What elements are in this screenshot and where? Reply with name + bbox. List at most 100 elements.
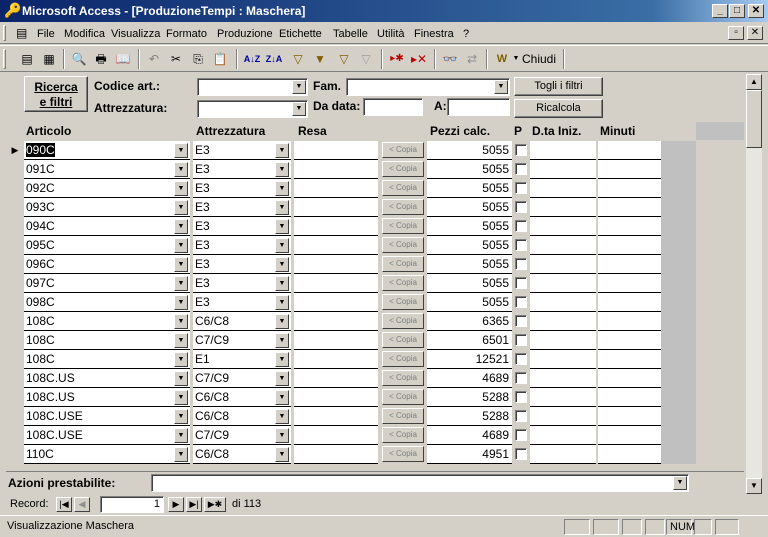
dta-cell[interactable]	[530, 179, 596, 198]
minuti-cell[interactable]	[598, 236, 661, 255]
minuti-cell[interactable]	[598, 312, 661, 331]
minimize-button[interactable]: _	[712, 4, 728, 18]
delete-record-icon[interactable]: ▸✕	[408, 49, 430, 69]
search-filters-button[interactable]: Ricerca e filtri	[24, 76, 88, 112]
table-row[interactable]: 097C ▼ E3 ▼ < Copia 5055	[6, 274, 744, 293]
table-row[interactable]: 108C.US ▼ C7/C9 ▼ < Copia 4689	[6, 369, 744, 388]
resa-cell[interactable]	[294, 407, 378, 426]
chevron-down-icon[interactable]: ▼	[292, 102, 306, 116]
chevron-down-icon[interactable]: ▼	[174, 295, 188, 310]
articolo-cell[interactable]: 108C	[24, 350, 190, 369]
copy-icon[interactable]: ⎘	[187, 49, 209, 69]
copy-button[interactable]: < Copia	[382, 332, 424, 348]
chevron-down-icon[interactable]: ▼	[174, 257, 188, 272]
scroll-down-icon[interactable]: ▼	[746, 478, 762, 494]
copy-button[interactable]: < Copia	[382, 275, 424, 291]
copy-button[interactable]: < Copia	[382, 180, 424, 196]
chevron-down-icon[interactable]: ▼	[275, 143, 289, 158]
table-row[interactable]: 108C.US ▼ C6/C8 ▼ < Copia 5288	[6, 388, 744, 407]
chevron-down-icon[interactable]: ▼	[275, 257, 289, 272]
dta-cell[interactable]	[530, 198, 596, 217]
table-row[interactable]: 108C ▼ E1 ▼ < Copia 12521	[6, 350, 744, 369]
minuti-cell[interactable]	[598, 369, 661, 388]
chevron-down-icon[interactable]: ▼	[174, 409, 188, 424]
resa-cell[interactable]	[294, 141, 378, 160]
articolo-cell[interactable]: 092C	[24, 179, 190, 198]
articolo-cell[interactable]: 108C.USE	[24, 426, 190, 445]
chevron-down-icon[interactable]: ▼	[275, 181, 289, 196]
record-selector[interactable]	[6, 160, 24, 179]
new-record-nav-icon[interactable]: ▶✱	[204, 497, 226, 512]
minuti-cell[interactable]	[598, 293, 661, 312]
minuti-cell[interactable]	[598, 331, 661, 350]
chevron-down-icon[interactable]: ▼	[174, 181, 188, 196]
p-checkbox[interactable]	[515, 296, 527, 308]
resa-cell[interactable]	[294, 293, 378, 312]
chevron-down-icon[interactable]: ▼	[174, 352, 188, 367]
chevron-down-icon[interactable]: ▼	[174, 390, 188, 405]
record-selector[interactable]	[6, 274, 24, 293]
copy-button[interactable]: < Copia	[382, 218, 424, 234]
articolo-cell[interactable]: 110C	[24, 445, 190, 464]
p-checkbox[interactable]	[515, 334, 527, 346]
articolo-cell[interactable]: 108C.US	[24, 369, 190, 388]
table-row[interactable]: 108C.USE ▼ C7/C9 ▼ < Copia 4689	[6, 426, 744, 445]
first-record-icon[interactable]: |◀	[56, 497, 72, 512]
form-icon[interactable]: ▤	[16, 26, 27, 40]
resa-cell[interactable]	[294, 445, 378, 464]
resa-cell[interactable]	[294, 179, 378, 198]
resa-cell[interactable]	[294, 369, 378, 388]
table-row[interactable]: 095C ▼ E3 ▼ < Copia 5055	[6, 236, 744, 255]
articolo-cell[interactable]: 095C	[24, 236, 190, 255]
record-selector[interactable]	[6, 198, 24, 217]
p-checkbox[interactable]	[515, 277, 527, 289]
copy-button[interactable]: < Copia	[382, 256, 424, 272]
dta-cell[interactable]	[530, 388, 596, 407]
resa-cell[interactable]	[294, 198, 378, 217]
menu-etichette[interactable]: Etichette	[279, 28, 322, 40]
chevron-down-icon[interactable]: ▼	[275, 390, 289, 405]
menu-formato[interactable]: Formato	[166, 28, 207, 40]
resa-cell[interactable]	[294, 426, 378, 445]
chevron-down-icon[interactable]: ▼	[275, 447, 289, 462]
chevron-down-icon[interactable]: ▼	[174, 371, 188, 386]
minuti-cell[interactable]	[598, 388, 661, 407]
apply-filter-icon[interactable]: ▽	[333, 49, 355, 69]
articolo-cell[interactable]: 094C	[24, 217, 190, 236]
minuti-cell[interactable]	[598, 198, 661, 217]
dta-cell[interactable]	[530, 445, 596, 464]
record-selector[interactable]	[6, 179, 24, 198]
table-row[interactable]: 110C ▼ C6/C8 ▼ < Copia 4951	[6, 445, 744, 464]
scroll-up-icon[interactable]: ▲	[746, 74, 762, 90]
remove-filter-icon[interactable]: ▽	[355, 49, 377, 69]
dta-cell[interactable]	[530, 141, 596, 160]
articolo-cell[interactable]: 091C	[24, 160, 190, 179]
p-checkbox[interactable]	[515, 239, 527, 251]
copy-button[interactable]: < Copia	[382, 142, 424, 158]
a-data-input[interactable]	[447, 98, 510, 116]
form-view-icon[interactable]: ▤	[16, 49, 38, 69]
copy-button[interactable]: < Copia	[382, 370, 424, 386]
table-row[interactable]: 093C ▼ E3 ▼ < Copia 5055	[6, 198, 744, 217]
find-icon[interactable]: 👓	[439, 49, 461, 69]
new-record-icon[interactable]: ▸✱	[386, 49, 408, 69]
chevron-down-icon[interactable]: ▼	[174, 238, 188, 253]
record-selector[interactable]	[6, 445, 24, 464]
p-checkbox[interactable]	[515, 201, 527, 213]
undo-icon[interactable]: ↶	[143, 49, 165, 69]
recalc-button[interactable]: Ricalcola	[514, 99, 603, 118]
dta-cell[interactable]	[530, 160, 596, 179]
print-preview-icon[interactable]: 🔍	[68, 49, 90, 69]
copy-button[interactable]: < Copia	[382, 294, 424, 310]
sort-descending-icon[interactable]: Z↓A	[263, 49, 285, 69]
table-row[interactable]: 098C ▼ E3 ▼ < Copia 5055	[6, 293, 744, 312]
copy-button[interactable]: < Copia	[382, 408, 424, 424]
attrezzatura-input[interactable]: ▼	[197, 100, 308, 118]
chevron-down-icon[interactable]: ▼	[494, 80, 508, 94]
chevron-down-icon[interactable]: ▼	[275, 352, 289, 367]
table-row[interactable]: 094C ▼ E3 ▼ < Copia 5055	[6, 217, 744, 236]
p-checkbox[interactable]	[515, 391, 527, 403]
copy-button[interactable]: < Copia	[382, 389, 424, 405]
menu-produzione[interactable]: Produzione	[217, 28, 273, 40]
p-checkbox[interactable]	[515, 353, 527, 365]
